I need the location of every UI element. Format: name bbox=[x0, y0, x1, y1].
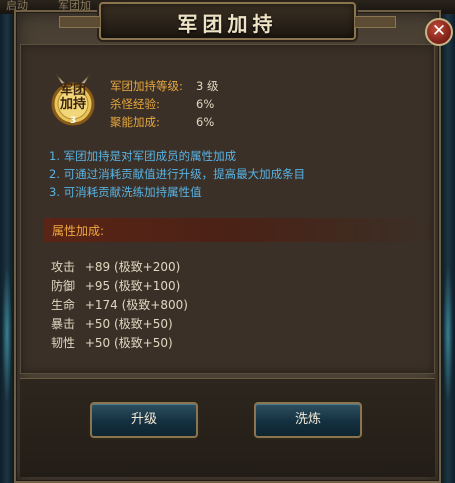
attribute-name: 生命 bbox=[51, 298, 76, 312]
attribute-value: +50 (极致+50) bbox=[84, 336, 173, 350]
stat-value: 3 级 bbox=[196, 79, 219, 93]
attribute-name: 攻击 bbox=[51, 260, 76, 274]
attribute-value: +95 (极致+100) bbox=[84, 279, 181, 293]
description-line: 3. 可消耗贡献洗练加持属性值 bbox=[49, 185, 202, 199]
stat-label: 聚能加成: bbox=[110, 115, 160, 129]
attribute-value: +89 (极致+200) bbox=[84, 260, 181, 274]
stat-buff-level: 军团加持等级: 3 级 bbox=[110, 78, 218, 94]
description-line: 2. 可通过消耗贡献值进行升级，提高最大加成条目 bbox=[49, 167, 306, 181]
right-ornament bbox=[441, 14, 455, 483]
close-icon: ✕ bbox=[431, 21, 447, 41]
attributes-header: 属性加成: bbox=[52, 224, 105, 238]
emblem-text-line1: 军团 bbox=[59, 83, 86, 98]
emblem-level-mark: 3 bbox=[69, 116, 77, 126]
description-line: 1. 军团加持是对军团成员的属性加成 bbox=[49, 149, 237, 163]
stat-value: 6% bbox=[196, 97, 215, 111]
attribute-name: 防御 bbox=[51, 279, 76, 293]
emblem-text-line2: 加持 bbox=[59, 97, 86, 112]
attribute-value: +50 (极致+50) bbox=[84, 317, 173, 331]
attribute-row: 攻击 +89 (极致+200) bbox=[51, 258, 180, 276]
stat-kill-exp: 杀怪经验: 6% bbox=[110, 96, 214, 112]
stat-label: 杀怪经验: bbox=[110, 97, 160, 111]
stat-label: 军团加持等级: bbox=[110, 79, 183, 93]
stat-gather-bonus: 聚能加成: 6% bbox=[110, 114, 214, 130]
attribute-row: 生命 +174 (极致+800) bbox=[51, 296, 188, 314]
window-title: 军团加持 bbox=[177, 12, 278, 36]
attribute-value: +174 (极致+800) bbox=[84, 298, 188, 312]
button-bar bbox=[20, 378, 435, 477]
attributes-header-bar: 属性加成: bbox=[44, 218, 435, 242]
attribute-row: 防御 +95 (极致+100) bbox=[51, 277, 180, 295]
legion-buff-emblem-icon: 军团 加持 3 bbox=[50, 72, 96, 128]
refine-button[interactable]: 洗炼 bbox=[254, 402, 362, 438]
title-plate: 军团加持 bbox=[59, 2, 396, 40]
attribute-row: 暴击 +50 (极致+50) bbox=[51, 315, 173, 333]
upgrade-button[interactable]: 升级 bbox=[90, 402, 198, 438]
left-ornament bbox=[0, 14, 14, 483]
close-button[interactable]: ✕ bbox=[425, 18, 453, 46]
attribute-name: 韧性 bbox=[51, 336, 76, 350]
attribute-row: 韧性 +50 (极致+50) bbox=[51, 334, 173, 352]
attribute-name: 暴击 bbox=[51, 317, 76, 331]
stat-value: 6% bbox=[196, 115, 215, 129]
